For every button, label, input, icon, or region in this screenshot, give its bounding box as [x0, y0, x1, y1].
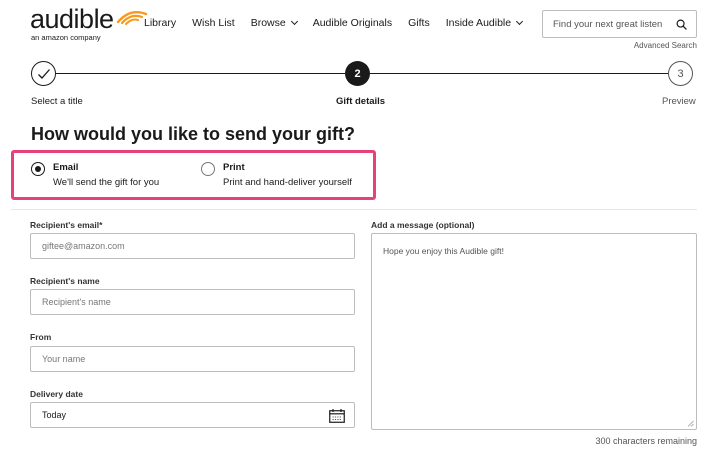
- checkmark-icon: [37, 68, 50, 79]
- from-field: [30, 346, 355, 372]
- chevron-down-icon: [290, 17, 298, 26]
- stepper-line-1: [56, 73, 345, 74]
- nav-library[interactable]: Library: [144, 17, 176, 29]
- nav-audible-originals-label: Audible Originals: [312, 17, 393, 29]
- nav-wish-list-label: Wish List: [192, 17, 235, 29]
- logo-tagline: an amazon company: [31, 33, 101, 42]
- nav-gifts[interactable]: Gifts: [408, 17, 430, 29]
- message-label: Add a message (optional): [371, 220, 475, 230]
- section-divider: [11, 209, 697, 210]
- from-input[interactable]: [42, 354, 322, 364]
- nav-browse[interactable]: Browse: [250, 17, 298, 29]
- nav-gifts-label: Gifts: [408, 17, 430, 29]
- main-nav: Library Wish List Browse Audible Origina…: [144, 17, 538, 29]
- step-1-circle[interactable]: [31, 61, 56, 86]
- search-icon[interactable]: [676, 19, 687, 30]
- email-option-title: Email: [53, 162, 79, 173]
- calendar-icon[interactable]: [329, 409, 345, 423]
- nav-inside-audible[interactable]: Inside Audible: [445, 17, 524, 29]
- nav-library-label: Library: [144, 17, 177, 29]
- nav-wish-list[interactable]: Wish List: [192, 17, 235, 29]
- print-option-title: Print: [223, 162, 245, 173]
- email-option-description: We'll send the gift for you: [53, 177, 160, 188]
- recipient-name-input[interactable]: [42, 297, 322, 307]
- step-2-label: Gift details: [336, 96, 386, 107]
- step-1-label[interactable]: Select a title: [31, 96, 83, 107]
- print-option-description: Print and hand-deliver yourself: [223, 177, 352, 188]
- nav-audible-originals[interactable]: Audible Originals: [313, 17, 392, 29]
- step-2-circle: 2: [345, 61, 370, 86]
- send-method-options: Email We'll send the gift for you Print …: [11, 150, 376, 200]
- search-box: [542, 10, 697, 38]
- recipient-name-label: Recipient's name: [30, 276, 100, 286]
- delivery-date-value: Today: [42, 410, 67, 420]
- delivery-date-field[interactable]: Today: [30, 402, 355, 428]
- step-3-circle: 3: [668, 61, 693, 86]
- from-label: From: [30, 332, 52, 342]
- logo-wordmark: audible: [30, 4, 114, 34]
- audible-logo[interactable]: audible an amazon company: [30, 4, 148, 42]
- chevron-down-icon: [516, 17, 524, 26]
- advanced-search-link[interactable]: Advanced Search: [634, 41, 697, 50]
- characters-remaining: 300 characters remaining: [595, 436, 697, 446]
- stepper-line-2: [370, 73, 668, 74]
- recipient-email-field: [30, 233, 355, 259]
- print-radio[interactable]: [201, 162, 215, 176]
- recipient-email-label: Recipient's email*: [30, 220, 103, 230]
- message-textarea[interactable]: [372, 234, 696, 429]
- search-input[interactable]: [553, 18, 671, 30]
- resize-handle-icon[interactable]: [687, 420, 694, 427]
- email-radio[interactable]: [31, 162, 45, 176]
- nav-inside-audible-label: Inside Audible: [445, 17, 512, 29]
- recipient-name-field: [30, 289, 355, 315]
- recipient-email-input[interactable]: [42, 241, 322, 251]
- nav-browse-label: Browse: [250, 17, 286, 29]
- message-box: [371, 233, 697, 430]
- page-title: How would you like to send your gift?: [31, 124, 355, 144]
- delivery-date-label: Delivery date: [30, 389, 83, 399]
- step-3-label: Preview: [662, 96, 696, 107]
